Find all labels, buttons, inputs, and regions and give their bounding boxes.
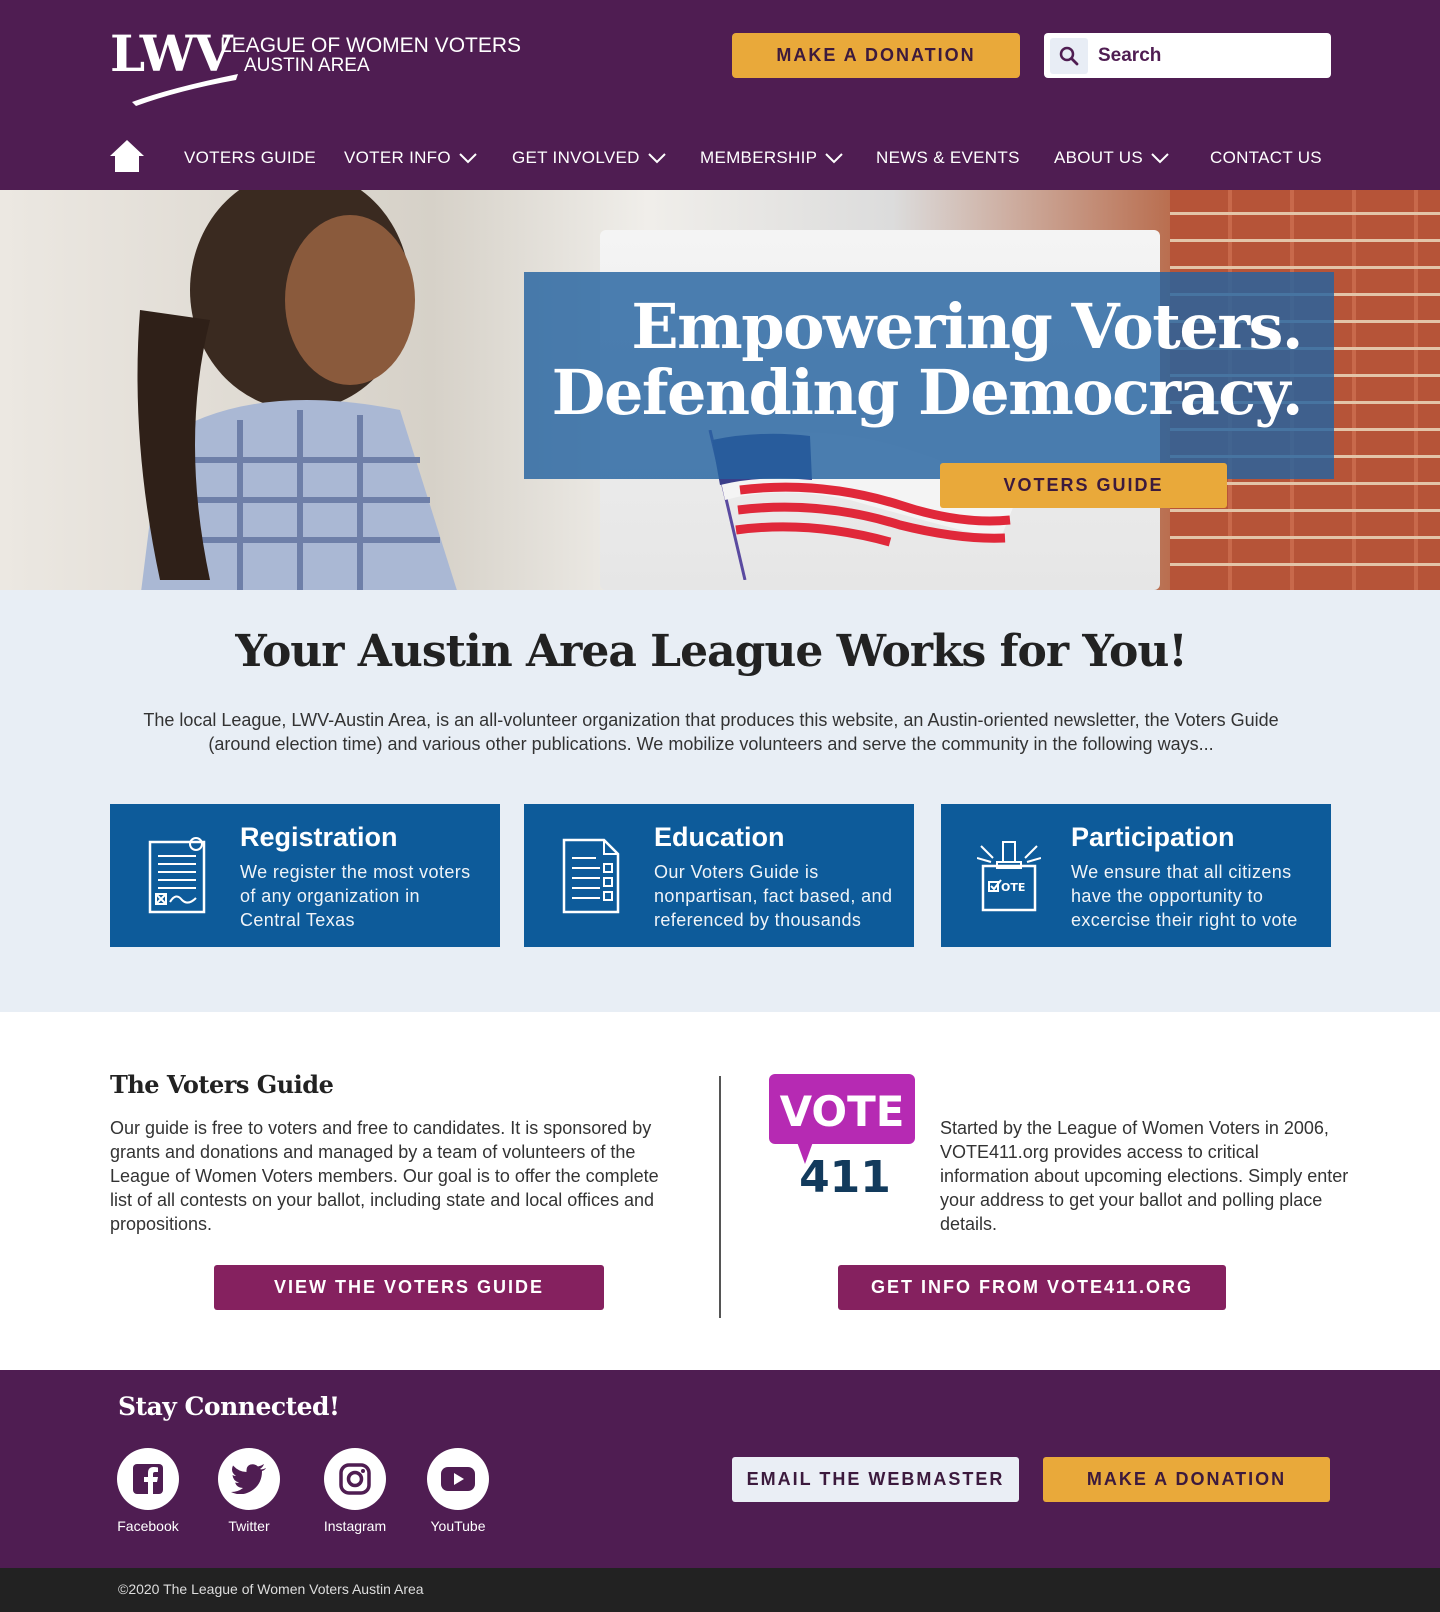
search-input[interactable]: [1094, 33, 1326, 78]
social-label: Facebook: [117, 1518, 179, 1534]
nav-item-about-us[interactable]: ABOUT US: [1054, 148, 1169, 168]
section-intro: The local League, LWV-Austin Area, is an…: [143, 710, 1279, 754]
nav-item-get-involved[interactable]: GET INVOLVED: [512, 148, 666, 168]
section-divider: [719, 1076, 721, 1318]
guide-and-vote411-section: The Voters Guide Our guide is free to vo…: [0, 1012, 1440, 1370]
voters-guide-hero-button[interactable]: VOTERS GUIDE: [940, 463, 1227, 508]
nav-label: VOTER INFO: [344, 148, 451, 167]
card-text: We ensure that all citizens have the opp…: [1071, 862, 1298, 930]
nav-label: CONTACT US: [1210, 148, 1322, 167]
section-title: Your Austin Area League Works for You!: [235, 626, 1187, 677]
donate-button-footer[interactable]: MAKE A DONATION: [1043, 1457, 1330, 1502]
social-label: Instagram: [323, 1518, 387, 1534]
registration-card[interactable]: Registration We register the most voters…: [110, 804, 500, 947]
social-label: YouTube: [430, 1518, 486, 1534]
nav-label: NEWS & EVENTS: [876, 148, 1020, 167]
education-card[interactable]: Education Our Voters Guide is nonpartisa…: [524, 804, 914, 947]
voter-photo: [137, 190, 457, 590]
home-icon[interactable]: [108, 138, 146, 174]
copyright-text: ©2020 The League of Women Voters Austin …: [118, 1581, 424, 1597]
social-link-facebook[interactable]: Facebook: [108, 1448, 188, 1534]
search-icon[interactable]: [1050, 38, 1088, 74]
card-title: Participation: [1071, 822, 1235, 852]
view-voters-guide-button[interactable]: VIEW THE VOTERS GUIDE: [214, 1265, 604, 1310]
chevron-down-icon: [1151, 152, 1169, 163]
card-title: Education: [654, 822, 785, 852]
hero-headline-box: Empowering Voters. Defending Democracy.: [524, 272, 1334, 479]
youtube-icon: [427, 1448, 489, 1510]
checklist-icon: [562, 838, 620, 914]
card-text: We register the most voters of any organ…: [240, 862, 471, 930]
vote411-button[interactable]: GET INFO FROM VOTE411.ORG: [838, 1265, 1226, 1310]
social-link-twitter[interactable]: Twitter: [209, 1448, 289, 1534]
instagram-icon: [324, 1448, 386, 1510]
nav-item-contact-us[interactable]: CONTACT US: [1210, 148, 1322, 168]
social-link-youtube[interactable]: YouTube: [418, 1448, 498, 1534]
social-label: Twitter: [228, 1518, 270, 1534]
nav-item-membership[interactable]: MEMBERSHIP: [700, 148, 844, 168]
footer-title: Stay Connected!: [118, 1392, 340, 1421]
facebook-icon: [117, 1448, 179, 1510]
email-webmaster-button[interactable]: EMAIL THE WEBMASTER: [732, 1457, 1019, 1502]
logo-line2: AUSTIN AREA: [244, 55, 370, 76]
nav-label: MEMBERSHIP: [700, 148, 818, 167]
chevron-down-icon: [647, 152, 666, 163]
chevron-down-icon: [825, 152, 844, 163]
hero-headline-line2: Defending Democracy.: [551, 356, 1304, 429]
vote411-text: Started by the League of Women Voters in…: [940, 1118, 1349, 1234]
vote411-logo-top: VOTE: [780, 1087, 905, 1136]
social-link-instagram[interactable]: Instagram: [315, 1448, 395, 1534]
hero-headline-line1: Empowering Voters.: [631, 290, 1303, 363]
vote411-logo[interactable]: VOTE 411: [769, 1074, 917, 1198]
works-for-you-section: Your Austin Area League Works for You! T…: [0, 590, 1440, 1012]
vote411-logo-bottom: 411: [799, 1152, 891, 1198]
participation-card[interactable]: OTE Participation We ensure that all cit…: [941, 804, 1331, 947]
copyright-bar: ©2020 The League of Women Voters Austin …: [0, 1568, 1440, 1612]
lwv-logo[interactable]: LWV LEAGUE OF WOMEN VOTERS AUSTIN AREA: [110, 28, 530, 110]
svg-text:OTE: OTE: [1001, 881, 1025, 894]
card-text: Our Voters Guide is nonpartisan, fact ba…: [654, 862, 893, 930]
card-title: Registration: [240, 822, 398, 852]
donate-button-header[interactable]: MAKE A DONATION: [732, 33, 1020, 78]
nav-item-news-events[interactable]: NEWS & EVENTS: [876, 148, 1020, 168]
site-header: LWV LEAGUE OF WOMEN VOTERS AUSTIN AREA M…: [0, 0, 1440, 190]
voters-guide-title: The Voters Guide: [110, 1070, 334, 1099]
hero-banner-section: Empowering Voters. Defending Democracy. …: [0, 190, 1440, 590]
nav-item-voters-guide[interactable]: VOTERS GUIDE: [184, 148, 316, 168]
site-footer: Stay Connected! Facebook Twitter Instagr…: [0, 1370, 1440, 1568]
registration-form-icon: [148, 837, 206, 914]
search-box: [1044, 33, 1331, 78]
nav-item-voter-info[interactable]: VOTER INFO: [344, 148, 477, 168]
nav-label: VOTERS GUIDE: [184, 148, 317, 167]
nav-label: GET INVOLVED: [512, 148, 640, 167]
twitter-icon: [218, 1448, 280, 1510]
ballot-box-icon: OTE: [977, 841, 1041, 912]
main-nav: VOTERS GUIDE VOTER INFO GET INVOLVED MEM…: [0, 132, 1440, 188]
chevron-down-icon: [459, 152, 477, 163]
nav-label: ABOUT US: [1054, 148, 1143, 167]
logo-swoosh-icon: [132, 74, 238, 106]
voters-guide-text: Our guide is free to voters and free to …: [110, 1118, 659, 1234]
hero-headline: Empowering Voters. Defending Democracy.: [551, 290, 1304, 429]
